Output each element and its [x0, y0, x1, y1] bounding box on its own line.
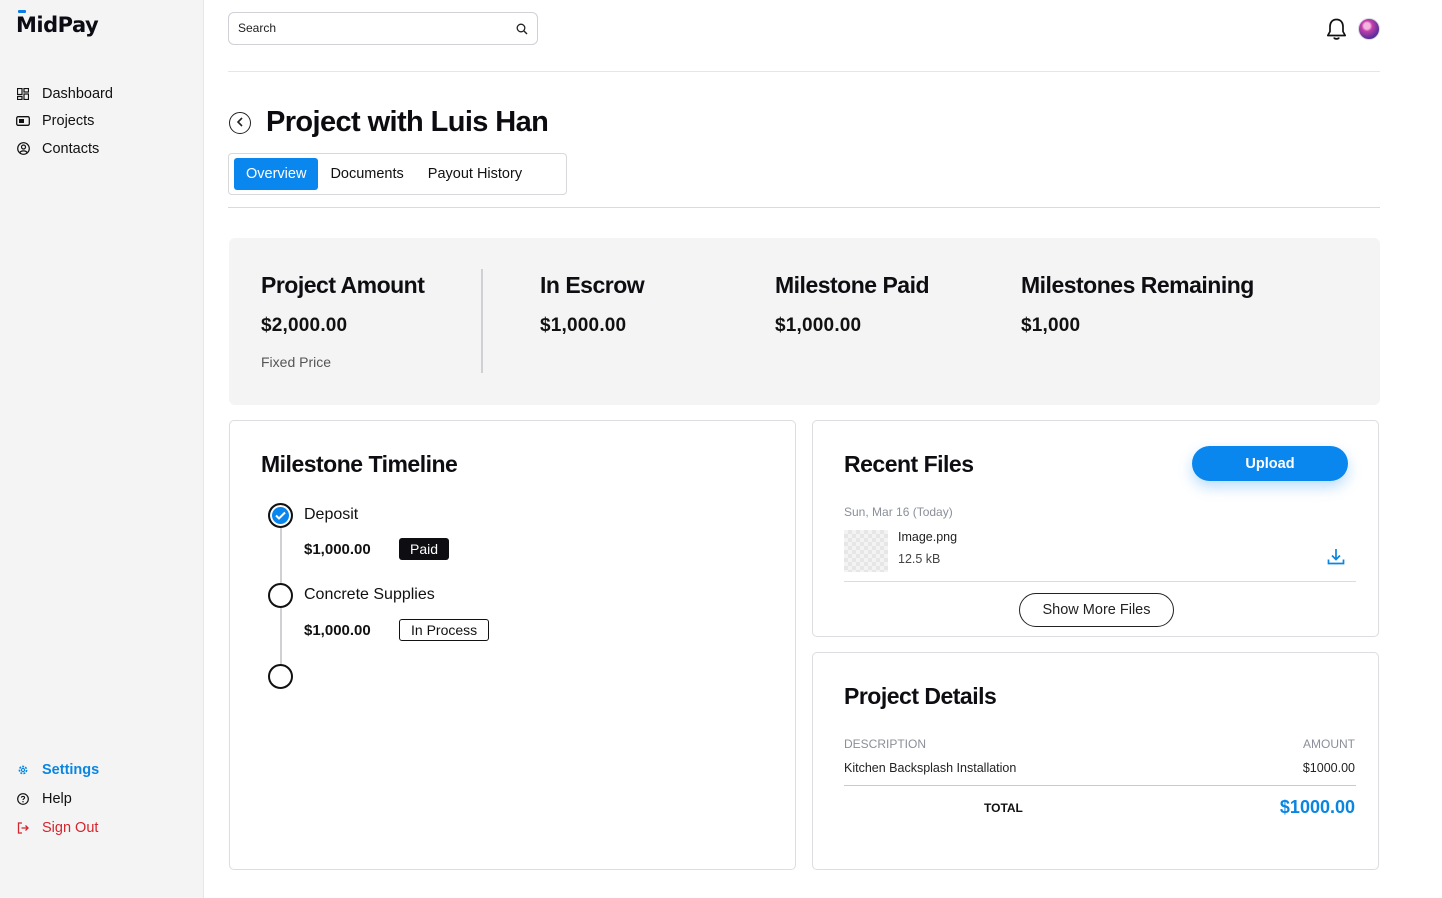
- sidebar-item-sign-out[interactable]: Sign Out: [16, 813, 99, 842]
- stat-label: Milestones Remaining: [1021, 272, 1254, 298]
- line-item-amount: $1000.00: [1302, 761, 1355, 775]
- project-summary: Project Amount $2,000.00 Fixed Price In …: [229, 238, 1380, 405]
- status-badge: In Process: [399, 619, 490, 641]
- page-title: Project with Luis Han: [266, 106, 549, 138]
- stat-label: Project Amount: [261, 272, 425, 298]
- file-date: Sun, Mar 16 (Today): [844, 505, 953, 519]
- sidebar: MidPay Dashboard Projects Contacts Setti…: [0, 0, 204, 898]
- sidebar-bottom-nav: Settings Help Sign Out: [16, 755, 99, 842]
- sidebar-item-label: Projects: [42, 113, 95, 130]
- card-title: Project Details: [844, 683, 997, 709]
- user-avatar[interactable]: [1358, 18, 1380, 40]
- sidebar-item-label: Sign Out: [42, 819, 99, 836]
- summary-divider: [481, 269, 483, 373]
- search-icon[interactable]: [516, 22, 528, 40]
- milestone-name: Concrete Supplies: [304, 586, 435, 603]
- stat-value: $2,000.00: [261, 315, 348, 336]
- upload-button[interactable]: Upload: [1192, 446, 1348, 481]
- column-header-description: DESCRIPTION: [844, 737, 927, 751]
- milestone-amount: $1,000.00: [304, 541, 371, 558]
- stat-value: $1,000.00: [540, 315, 627, 336]
- check-icon: [275, 507, 286, 525]
- file-name[interactable]: Image.png: [898, 530, 957, 544]
- project-details-card: Project Details DESCRIPTION AMOUNT Kitch…: [812, 652, 1379, 870]
- sidebar-nav: Dashboard Projects Contacts: [16, 80, 113, 163]
- stat-value: $1,000: [1021, 315, 1081, 336]
- sidebar-item-label: Contacts: [42, 140, 100, 157]
- total-value: $1000.00: [1279, 797, 1355, 817]
- back-button[interactable]: [229, 112, 251, 134]
- download-icon[interactable]: [1326, 547, 1346, 572]
- sidebar-item-label: Dashboard: [42, 85, 113, 102]
- stat-label: Milestone Paid: [775, 272, 930, 298]
- stat-in-escrow: In Escrow $1,000.00: [540, 272, 645, 337]
- milestone-name: Deposit: [304, 506, 359, 523]
- tab-bar: Overview Documents Payout History: [228, 153, 567, 195]
- tab-documents[interactable]: Documents: [318, 158, 415, 190]
- stat-sub: Fixed Price: [261, 354, 332, 370]
- milestone-timeline-card: Milestone Timeline Deposit $1,000.00 Pai…: [229, 420, 796, 870]
- details-divider: [844, 785, 1356, 786]
- sidebar-item-label: Help: [42, 790, 72, 807]
- status-badge: Paid: [399, 538, 450, 560]
- notification-bell-icon[interactable]: [1325, 17, 1348, 46]
- app-logo[interactable]: MidPay: [16, 13, 99, 37]
- milestone-pending-indicator: [268, 664, 293, 689]
- line-item-description: Kitchen Backsplash Installation: [844, 761, 1017, 775]
- sidebar-item-settings[interactable]: Settings: [16, 755, 99, 784]
- stat-milestones-remaining: Milestones Remaining $1,000: [1021, 272, 1254, 337]
- card-title: Milestone Timeline: [261, 451, 458, 477]
- search-input[interactable]: [238, 21, 498, 35]
- tabs-divider: [228, 207, 1380, 208]
- column-header-amount: AMOUNT: [1303, 737, 1355, 751]
- chevron-left-icon: [236, 114, 244, 132]
- sidebar-item-projects[interactable]: Projects: [16, 108, 113, 136]
- total-label: TOTAL: [984, 801, 1023, 815]
- sidebar-item-contacts[interactable]: Contacts: [16, 135, 113, 163]
- contacts-icon: [16, 142, 30, 156]
- gear-icon: [16, 763, 30, 777]
- milestone-amount: $1,000.00: [304, 622, 371, 639]
- tab-payout-history[interactable]: Payout History: [416, 158, 534, 190]
- dashboard-icon: [16, 87, 30, 101]
- stat-project-amount: Project Amount $2,000.00 Fixed Price: [261, 272, 425, 370]
- milestone-complete-indicator: [268, 503, 293, 528]
- show-more-files-button[interactable]: Show More Files: [1019, 593, 1174, 627]
- stat-label: In Escrow: [540, 272, 645, 298]
- card-title: Recent Files: [844, 451, 974, 477]
- file-thumbnail[interactable]: [844, 530, 888, 572]
- help-icon: [16, 792, 30, 806]
- tab-overview[interactable]: Overview: [234, 158, 319, 190]
- stat-milestone-paid: Milestone Paid $1,000.00: [775, 272, 930, 337]
- search-box: [228, 12, 538, 45]
- top-divider: [228, 71, 1380, 72]
- sidebar-item-dashboard[interactable]: Dashboard: [16, 80, 113, 108]
- file-size: 12.5 kB: [898, 552, 941, 566]
- sign-out-icon: [16, 821, 30, 835]
- milestone-pending-indicator: [268, 583, 293, 608]
- projects-icon: [16, 114, 30, 128]
- sidebar-item-help[interactable]: Help: [16, 784, 99, 813]
- recent-files-card: Recent Files Upload Sun, Mar 16 (Today) …: [812, 420, 1379, 637]
- sidebar-item-label: Settings: [42, 761, 100, 778]
- file-divider: [844, 581, 1356, 582]
- stat-value: $1,000.00: [775, 315, 862, 336]
